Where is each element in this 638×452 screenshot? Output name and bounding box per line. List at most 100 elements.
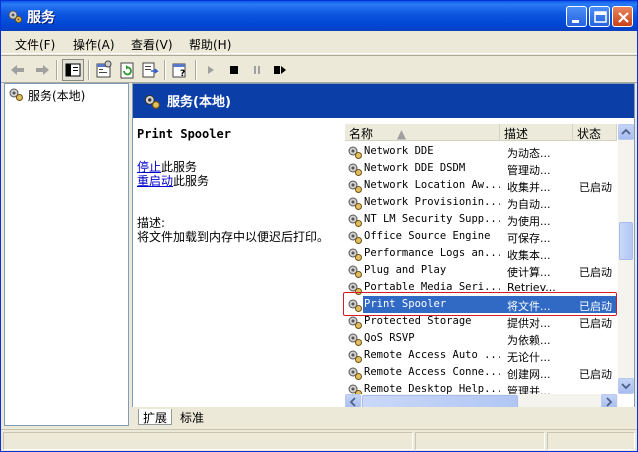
menu-file[interactable]: 文件(F): [15, 36, 55, 53]
service-description-cell: 可保存...: [507, 232, 551, 245]
service-status-cell: 已启动: [579, 181, 612, 194]
services-gear-icon: [7, 8, 23, 24]
column-header-status-label: 状态: [577, 127, 602, 141]
service-gear-icon: [347, 314, 363, 330]
service-name-cell: Network Location Aw...: [364, 179, 500, 191]
service-gear-icon: [347, 365, 363, 381]
table-row[interactable]: Print Spooler 将文件... 已启动: [345, 296, 617, 313]
toolbar-separator: [195, 60, 197, 80]
view-tabs: 扩展 标准: [132, 407, 635, 427]
table-row[interactable]: Network Location Aw... 收集并... 已启动: [345, 177, 617, 194]
menu-bar: 文件(F) 操作(A) 查看(V) 帮助(H): [1, 32, 637, 54]
service-description-cell: 为自动...: [507, 198, 551, 211]
restart-service-link[interactable]: 重启动: [137, 172, 173, 189]
service-name-cell: Print Spooler: [364, 298, 447, 310]
service-name-cell: Network DDE: [364, 145, 434, 157]
sort-ascending-icon: ▲: [396, 127, 407, 141]
close-button[interactable]: [612, 6, 633, 27]
service-name-cell: QoS RSVP: [364, 332, 415, 344]
toolbar-separator: [88, 60, 90, 80]
service-description-cell: 无论什...: [507, 351, 551, 364]
table-row[interactable]: Network Provisionin... 为自动...: [345, 194, 617, 211]
services-window: 服务 文件(F) 操作(A) 查看(V) 帮助(H) ? 服务(本地) 服务(本…: [0, 0, 638, 452]
status-bar: [1, 429, 637, 451]
panel-title: 服务(本地): [167, 95, 231, 110]
status-cell-3: [547, 432, 635, 450]
service-gear-icon: [347, 144, 363, 160]
maximize-button[interactable]: [589, 6, 610, 27]
menu-help[interactable]: 帮助(H): [189, 36, 231, 53]
service-gear-icon: [347, 212, 363, 228]
service-description-cell: 收集并...: [507, 181, 551, 194]
table-row[interactable]: Office Source Engine 可保存...: [345, 228, 617, 245]
service-gear-icon: [347, 161, 363, 177]
minimize-button[interactable]: [566, 6, 587, 27]
scroll-up-button[interactable]: [618, 124, 634, 140]
column-header-name-label: 名称: [349, 127, 374, 141]
service-gear-icon: [347, 331, 363, 347]
table-row[interactable]: Performance Logs an... 收集本...: [345, 245, 617, 262]
column-header-description[interactable]: 描述: [500, 124, 573, 141]
tab-standard[interactable]: 标准: [176, 409, 208, 425]
services-gear-icon: [143, 92, 161, 110]
pause-service-icon[interactable]: [246, 59, 268, 81]
service-gear-icon: [347, 195, 363, 211]
column-header-description-label: 描述: [504, 127, 529, 141]
column-header-status[interactable]: 状态: [573, 124, 617, 141]
service-name-cell: Portable Media Seri...: [364, 281, 500, 293]
service-detail: Print Spooler 停止 此服务 重启动 此服务 描述: 将文件加载到内…: [137, 124, 337, 404]
restart-service-suffix: 此服务: [173, 174, 210, 188]
show-hide-tree-icon[interactable]: [62, 59, 84, 81]
vertical-scrollbar[interactable]: [618, 124, 634, 394]
toolbar-separator: [56, 60, 58, 80]
service-name-cell: Remote Access Conne...: [364, 366, 500, 378]
console-tree: 服务(本地): [4, 83, 129, 426]
services-gear-icon: [8, 86, 24, 102]
table-row[interactable]: NT LM Security Supp... 为使用...: [345, 211, 617, 228]
table-row[interactable]: Plug and Play 使计算... 已启动: [345, 262, 617, 279]
service-description-cell: 使计算...: [507, 266, 551, 279]
column-header-name[interactable]: 名称 ▲: [345, 124, 500, 141]
service-name-cell: Remote Access Auto ...: [364, 349, 500, 361]
export-list-icon[interactable]: [139, 59, 161, 81]
properties-icon[interactable]: [93, 59, 115, 81]
stop-service-icon[interactable]: [223, 59, 245, 81]
forward-arrow-icon[interactable]: [31, 59, 53, 81]
svg-text:?: ?: [180, 69, 185, 79]
service-name-cell: Plug and Play: [364, 264, 447, 276]
refresh-icon[interactable]: [116, 59, 138, 81]
table-row[interactable]: Remote Access Conne... 创建网... 已启动: [345, 364, 617, 381]
title-bar[interactable]: 服务: [1, 1, 637, 31]
start-service-icon[interactable]: [200, 59, 222, 81]
services-list: 名称 ▲ 描述 状态 Network DDE 为动态... Network DDE …: [345, 124, 634, 409]
service-status-cell: 已启动: [579, 368, 612, 381]
restart-service-icon[interactable]: [269, 59, 291, 81]
tree-item-label: 服务(本地): [28, 89, 86, 103]
details-pane: 服务(本地) Print Spooler 停止 此服务 重启动 此服务 描述: …: [132, 83, 635, 426]
service-gear-icon: [347, 280, 363, 296]
menu-action[interactable]: 操作(A): [73, 36, 115, 53]
window-title: 服务: [27, 10, 55, 26]
help-icon[interactable]: ?: [169, 59, 191, 81]
service-description-cell: 为动态...: [507, 147, 551, 160]
table-row[interactable]: Network DDE DSDM 管理动...: [345, 160, 617, 177]
panel-header: 服务(本地): [133, 84, 634, 118]
service-name-cell: Network DDE DSDM: [364, 162, 466, 174]
service-description-cell: Retriev...: [507, 281, 556, 294]
service-gear-icon: [347, 229, 363, 245]
back-arrow-icon[interactable]: [7, 59, 29, 81]
scroll-down-button[interactable]: [618, 378, 634, 394]
table-row[interactable]: QoS RSVP 为依赖...: [345, 330, 617, 347]
table-row[interactable]: Protected Storage 提供对... 已启动: [345, 313, 617, 330]
service-gear-icon: [347, 263, 363, 279]
menu-view[interactable]: 查看(V): [131, 36, 173, 53]
tab-extended[interactable]: 扩展: [138, 409, 173, 425]
table-row[interactable]: Remote Access Auto ... 无论什...: [345, 347, 617, 364]
vertical-scroll-thumb[interactable]: [619, 222, 633, 260]
service-description-cell: 提供对...: [507, 317, 551, 330]
table-row[interactable]: Portable Media Seri... Retriev...: [345, 279, 617, 296]
service-gear-icon: [347, 246, 363, 262]
table-row[interactable]: Network DDE 为动态...: [345, 143, 617, 160]
service-status-cell: 已启动: [579, 317, 612, 330]
toolbar-separator: [164, 60, 166, 80]
